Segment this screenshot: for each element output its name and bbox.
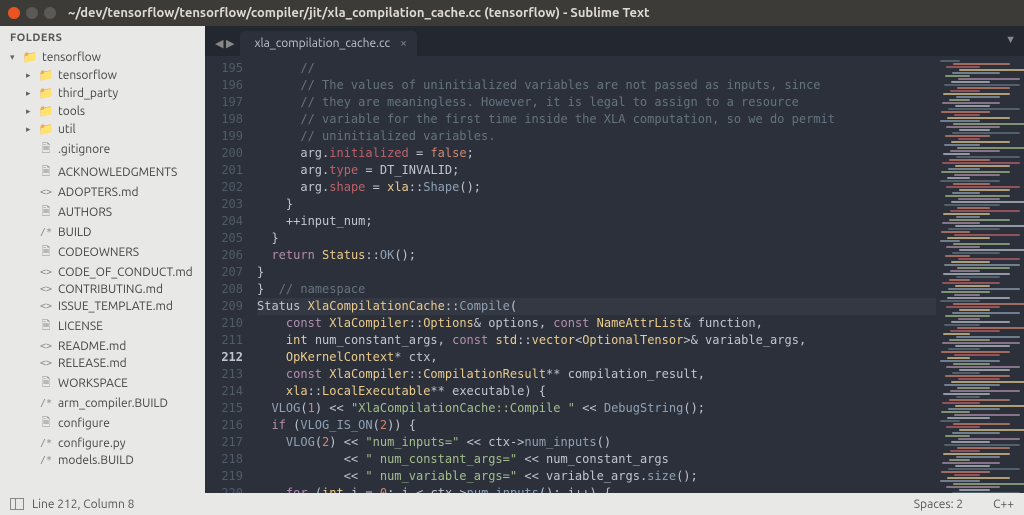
sidebar-header: FOLDERS bbox=[0, 26, 205, 48]
file-icon bbox=[38, 284, 54, 295]
file-item[interactable]: ISSUE_TEMPLATE.md bbox=[6, 298, 201, 315]
file-icon bbox=[38, 301, 54, 312]
file-item[interactable]: configure bbox=[6, 412, 201, 435]
folder-icon bbox=[22, 50, 38, 64]
tab-bar: ◀ ▶ xla_compilation_cache.cc × ▼ bbox=[205, 26, 1024, 56]
folders-sidebar: FOLDERS ▾tensorflow▸tensorflow▸third_par… bbox=[0, 26, 205, 493]
file-item[interactable]: CODE_OF_CONDUCT.md bbox=[6, 264, 201, 281]
status-indentation[interactable]: Spaces: 2 bbox=[914, 498, 963, 511]
file-icon bbox=[38, 267, 54, 278]
folder-icon bbox=[38, 122, 54, 136]
tree-item-label: arm_compiler.BUILD bbox=[58, 397, 168, 410]
folder-item[interactable]: ▸tensorflow bbox=[6, 66, 201, 84]
file-icon bbox=[38, 243, 54, 262]
line-number-gutter[interactable]: 1951961971981992002012022032042052062072… bbox=[205, 56, 253, 493]
minimap[interactable] bbox=[936, 56, 1024, 493]
tab-label: xla_compilation_cache.cc bbox=[254, 37, 390, 50]
folder-tree[interactable]: ▾tensorflow▸tensorflow▸third_party▸tools… bbox=[0, 48, 205, 493]
file-icon bbox=[38, 341, 54, 352]
panel-toggle-icon[interactable] bbox=[10, 498, 24, 510]
tab-nav-arrows[interactable]: ◀ ▶ bbox=[211, 37, 240, 56]
file-item[interactable]: arm_compiler.BUILD bbox=[6, 395, 201, 412]
file-item[interactable]: BUILD bbox=[6, 224, 201, 241]
tree-item-label: README.md bbox=[58, 340, 126, 353]
status-syntax[interactable]: C++ bbox=[993, 498, 1014, 511]
tree-item-label: configure bbox=[58, 417, 110, 430]
file-icon bbox=[38, 187, 54, 198]
window-titlebar: ~/dev/tensorflow/tensorflow/compiler/jit… bbox=[0, 0, 1024, 26]
tree-item-label: BUILD bbox=[58, 226, 91, 239]
folder-item[interactable]: ▸third_party bbox=[6, 84, 201, 102]
file-icon bbox=[38, 227, 54, 238]
folder-item[interactable]: ▸tools bbox=[6, 102, 201, 120]
tree-item-label: WORKSPACE bbox=[58, 377, 128, 390]
code-editor[interactable]: // // The values of uninitialized variab… bbox=[253, 56, 936, 493]
file-item[interactable]: README.md bbox=[6, 338, 201, 355]
file-icon bbox=[38, 398, 54, 409]
file-icon bbox=[38, 140, 54, 159]
editor-area: ◀ ▶ xla_compilation_cache.cc × ▼ 1951961… bbox=[205, 26, 1024, 493]
tree-item-label: ISSUE_TEMPLATE.md bbox=[58, 300, 173, 313]
file-icon bbox=[38, 414, 54, 433]
status-position[interactable]: Line 212, Column 8 bbox=[32, 498, 134, 511]
tree-item-label: CONTRIBUTING.md bbox=[58, 283, 163, 296]
file-icon bbox=[38, 317, 54, 336]
tree-item-label: tools bbox=[58, 105, 85, 118]
tree-item-label: .gitignore bbox=[58, 143, 110, 156]
file-item[interactable]: WORKSPACE bbox=[6, 372, 201, 395]
file-item[interactable]: LICENSE bbox=[6, 315, 201, 338]
file-item[interactable]: RELEASE.md bbox=[6, 355, 201, 372]
tree-item-label: ADOPTERS.md bbox=[58, 186, 138, 199]
file-icon bbox=[38, 438, 54, 449]
file-item[interactable]: ADOPTERS.md bbox=[6, 184, 201, 201]
tree-item-label: RELEASE.md bbox=[58, 357, 127, 370]
folder-icon bbox=[38, 104, 54, 118]
status-bar: Line 212, Column 8 Spaces: 2 C++ bbox=[0, 493, 1024, 515]
tree-item-label: ACKNOWLEDGMENTS bbox=[58, 166, 177, 179]
file-icon bbox=[38, 163, 54, 182]
file-item[interactable]: CONTRIBUTING.md bbox=[6, 281, 201, 298]
tree-item-label: models.BUILD bbox=[58, 454, 134, 467]
file-item[interactable]: models.BUILD bbox=[6, 452, 201, 469]
file-icon bbox=[38, 455, 54, 466]
folder-icon bbox=[38, 68, 54, 82]
file-item[interactable]: .gitignore bbox=[6, 138, 201, 161]
tree-item-label: LICENSE bbox=[58, 320, 103, 333]
minimize-button[interactable] bbox=[26, 7, 38, 19]
folder-icon bbox=[38, 86, 54, 100]
file-item[interactable]: CODEOWNERS bbox=[6, 241, 201, 264]
file-icon bbox=[38, 203, 54, 222]
tree-item-label: AUTHORS bbox=[58, 206, 112, 219]
folder-item[interactable]: ▾tensorflow bbox=[6, 48, 201, 66]
tree-item-label: util bbox=[58, 123, 76, 136]
tab-menu-icon[interactable]: ▼ bbox=[1005, 34, 1016, 46]
file-item[interactable]: AUTHORS bbox=[6, 201, 201, 224]
tree-item-label: CODE_OF_CONDUCT.md bbox=[58, 266, 193, 279]
tree-item-label: tensorflow bbox=[42, 51, 101, 64]
file-icon bbox=[38, 374, 54, 393]
close-button[interactable] bbox=[8, 7, 20, 19]
file-tab[interactable]: xla_compilation_cache.cc × bbox=[240, 31, 416, 56]
file-item[interactable]: ACKNOWLEDGMENTS bbox=[6, 161, 201, 184]
tree-item-label: third_party bbox=[58, 87, 118, 100]
tree-item-label: CODEOWNERS bbox=[58, 246, 139, 259]
window-controls bbox=[8, 7, 56, 19]
window-title: ~/dev/tensorflow/tensorflow/compiler/jit… bbox=[68, 6, 650, 20]
close-icon[interactable]: × bbox=[400, 37, 407, 50]
file-icon bbox=[38, 358, 54, 369]
tree-item-label: configure.py bbox=[58, 437, 126, 450]
folder-item[interactable]: ▸util bbox=[6, 120, 201, 138]
maximize-button[interactable] bbox=[44, 7, 56, 19]
tree-item-label: tensorflow bbox=[58, 69, 117, 82]
file-item[interactable]: configure.py bbox=[6, 435, 201, 452]
